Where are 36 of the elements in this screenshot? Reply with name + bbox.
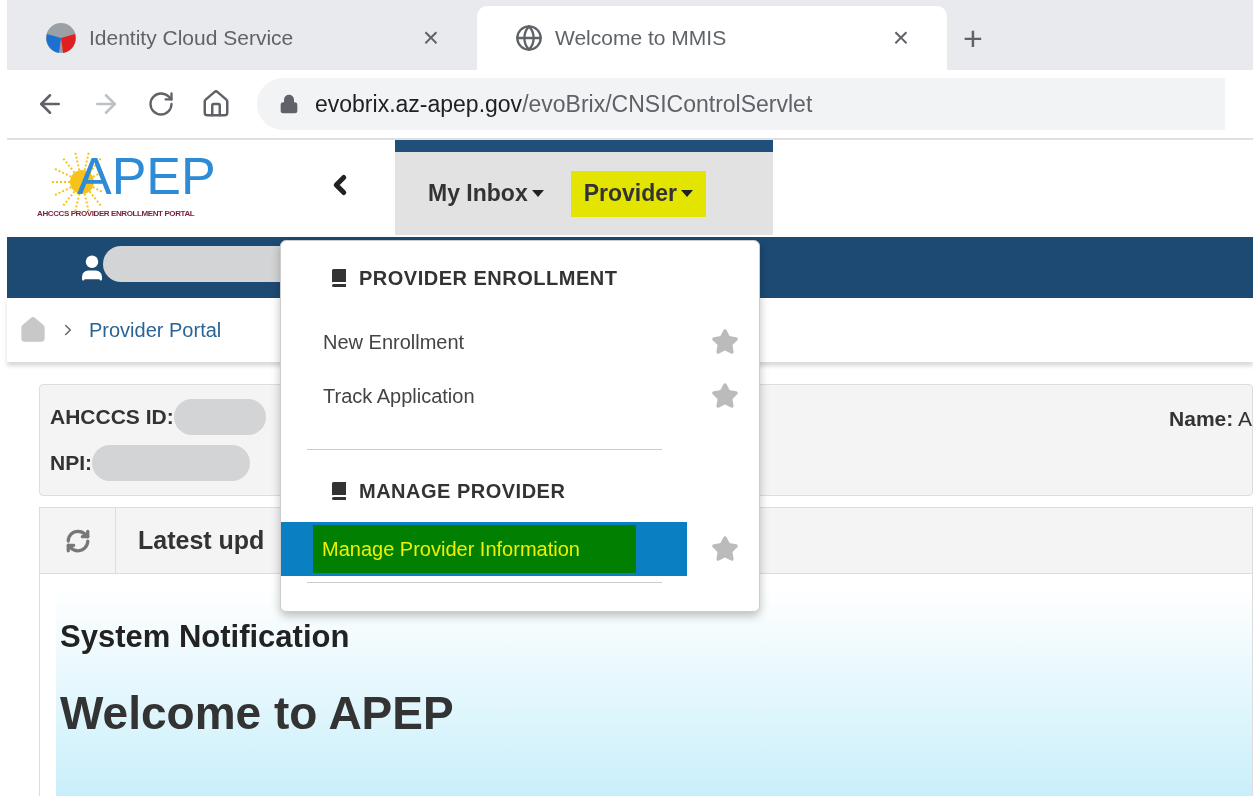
breadcrumb-link[interactable]: Provider Portal <box>89 315 222 345</box>
panel-title: Latest upd <box>138 524 265 556</box>
new-tab-button[interactable]: + <box>947 6 999 70</box>
nav-menu[interactable]: Provider <box>570 170 706 217</box>
close-button[interactable]: × <box>892 17 909 59</box>
tab-title: Welcome to MMIS <box>555 25 728 52</box>
section-title: System Notification <box>60 618 351 656</box>
refresh-icon[interactable] <box>64 527 91 554</box>
globe-icon <box>515 24 543 52</box>
menu-section-title: MANAGE PROVIDER <box>359 479 566 504</box>
browser-tab[interactable]: Welcome to MMIS × <box>477 6 947 70</box>
close-button[interactable]: × <box>422 17 439 59</box>
tab-title: Identity Cloud Service <box>89 25 295 52</box>
reload-icon[interactable] <box>147 90 175 118</box>
star-icon[interactable] <box>711 382 739 410</box>
menu-item[interactable]: Track Application <box>281 369 687 423</box>
menu-section-title: PROVIDER ENROLLMENT <box>359 266 618 291</box>
menu-item[interactable]: New Enrollment <box>281 315 687 369</box>
field-label: NPI: <box>50 450 92 477</box>
menu-item-label: Track Application <box>322 384 475 409</box>
lock-icon <box>279 94 299 114</box>
star-icon[interactable] <box>711 328 739 356</box>
menu-item-label: Manage Provider Information <box>313 525 636 573</box>
provider-name: Name: A <box>1169 406 1252 432</box>
menu-item[interactable]: Manage Provider Information <box>281 522 687 576</box>
star-icon[interactable] <box>711 535 739 563</box>
url-text: evobrix.az-apep.gov/evoBrix/CNSIControlServlet <box>315 89 813 119</box>
field-label: AHCCCS ID: <box>50 404 174 431</box>
welcome-heading: Welcome to APEP <box>60 685 455 741</box>
address-bar[interactable]: evobrix.az-apep.gov/evoBrix/CNSIControlServlet <box>257 78 1225 130</box>
menu-item-label: New Enrollment <box>322 330 465 355</box>
home-icon[interactable] <box>201 89 231 119</box>
caret-icon <box>681 190 693 197</box>
caret-icon <box>531 190 544 197</box>
sphere-icon <box>45 22 77 54</box>
nav-menu[interactable]: My Inbox <box>415 170 557 217</box>
